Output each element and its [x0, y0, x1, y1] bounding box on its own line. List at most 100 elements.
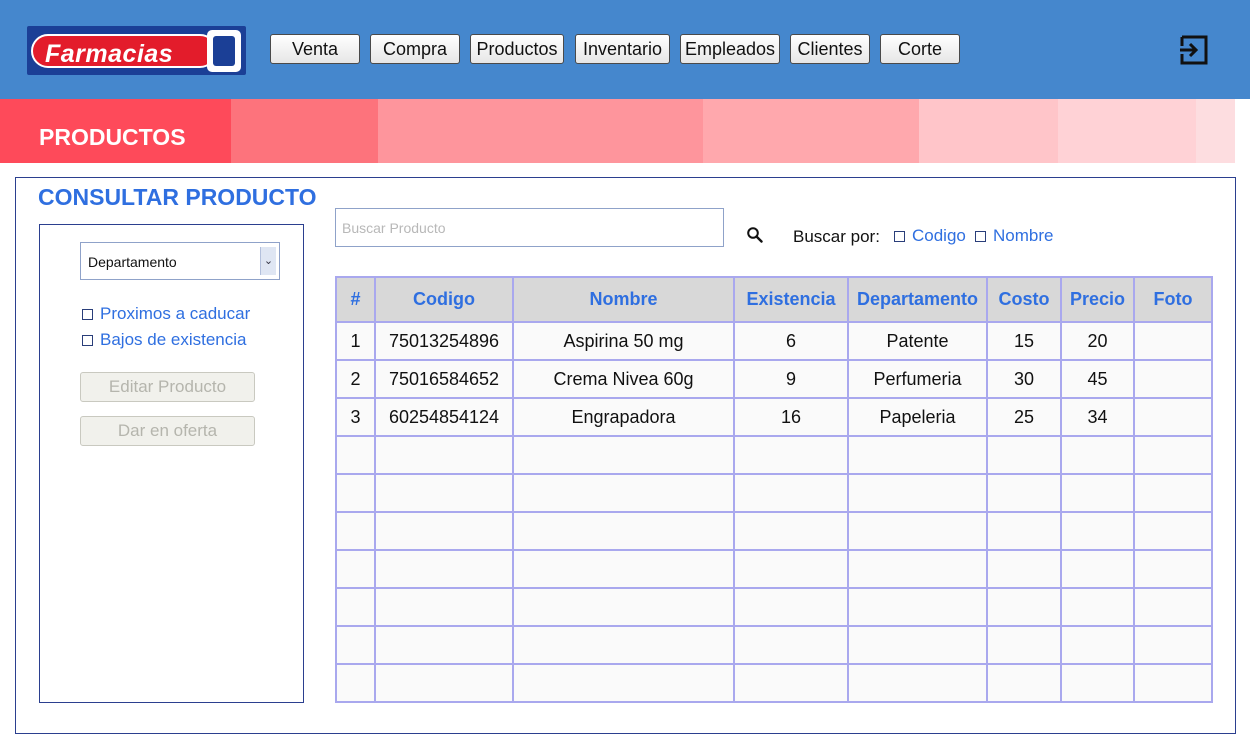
checkbox-label: Proximos a caducar [100, 304, 251, 323]
table-row[interactable]: 2 75016584652 Crema Nivea 60g 9 Perfumer… [335, 359, 1213, 399]
band-segment [1196, 99, 1235, 163]
table-cell [1133, 359, 1213, 399]
nav-clientes-button[interactable]: Clientes [790, 34, 870, 64]
table-row[interactable] [335, 587, 1213, 627]
table-cell [335, 549, 376, 589]
table-row[interactable]: 1 75013254896 Aspirina 50 mg 6 Patente 1… [335, 321, 1213, 361]
table-cell [374, 549, 514, 589]
table-cell [1060, 511, 1135, 551]
nav-compra-button[interactable]: Compra [370, 34, 460, 64]
table-cell [986, 511, 1062, 551]
table-row[interactable] [335, 473, 1213, 513]
table-cell [1060, 473, 1135, 513]
table-cell: 16 [733, 397, 849, 437]
logo-text: Farmacias [45, 40, 174, 68]
edit-product-button[interactable]: Editar Producto [80, 372, 255, 402]
department-select-value: Departamento [88, 254, 177, 270]
table-row[interactable]: 3 60254854124 Engrapadora 16 Papeleria 2… [335, 397, 1213, 437]
checkbox-box[interactable] [82, 308, 93, 320]
table-cell [847, 511, 988, 551]
logo-pill: Farmacias [31, 34, 217, 68]
checkbox-box[interactable] [82, 334, 93, 346]
table-cell: 1 [335, 321, 376, 361]
column-header[interactable]: Foto [1133, 276, 1213, 323]
nav-venta-button[interactable]: Venta [270, 34, 360, 64]
search-by-nombre[interactable]: Nombre [975, 226, 1053, 246]
column-header[interactable]: # [335, 276, 376, 323]
offer-button[interactable]: Dar en oferta [80, 416, 255, 446]
table-cell [847, 625, 988, 665]
logout-icon[interactable] [1178, 34, 1210, 66]
department-select[interactable]: Departamento ⌄ [80, 242, 280, 280]
table-cell [1133, 549, 1213, 589]
table-cell [1133, 587, 1213, 627]
table-cell [1060, 663, 1135, 703]
table-cell [1060, 587, 1135, 627]
table-cell [512, 435, 735, 475]
logo-mark [207, 30, 241, 72]
column-header[interactable]: Existencia [733, 276, 849, 323]
table-cell: Papeleria [847, 397, 988, 437]
search-input[interactable] [335, 208, 724, 247]
table-cell [986, 549, 1062, 589]
band-segment [378, 99, 703, 163]
table-row[interactable] [335, 625, 1213, 665]
table-cell [986, 625, 1062, 665]
table-cell [512, 473, 735, 513]
table-cell [1060, 549, 1135, 589]
column-header[interactable]: Costo [986, 276, 1062, 323]
nav-inventario-button[interactable]: Inventario [575, 34, 670, 64]
search-by-codigo[interactable]: Codigo [894, 226, 966, 246]
table-cell: Engrapadora [512, 397, 735, 437]
nav-empleados-button[interactable]: Empleados [680, 34, 780, 64]
band-segment [919, 99, 1058, 163]
band-segment [1058, 99, 1196, 163]
search-icon[interactable] [746, 226, 764, 244]
checkbox-box[interactable] [975, 230, 986, 242]
table-cell [733, 549, 849, 589]
table-cell [512, 587, 735, 627]
table-row[interactable] [335, 435, 1213, 475]
table-cell [335, 511, 376, 551]
table-cell [374, 435, 514, 475]
filter-panel [39, 224, 304, 703]
table-cell: Perfumeria [847, 359, 988, 399]
table-cell: Patente [847, 321, 988, 361]
column-header[interactable]: Precio [1060, 276, 1135, 323]
table-cell: 15 [986, 321, 1062, 361]
table-cell: 25 [986, 397, 1062, 437]
column-header[interactable]: Nombre [512, 276, 735, 323]
table-row[interactable] [335, 511, 1213, 551]
table-cell: 2 [335, 359, 376, 399]
checkbox-label: Codigo [912, 226, 966, 245]
table-cell [1133, 397, 1213, 437]
table-cell [986, 663, 1062, 703]
checkbox-label: Nombre [993, 226, 1054, 245]
table-cell: 45 [1060, 359, 1135, 399]
table-cell: Crema Nivea 60g [512, 359, 735, 399]
nav-corte-button[interactable]: Corte [880, 34, 960, 64]
table-cell [986, 473, 1062, 513]
table-cell: 9 [733, 359, 849, 399]
checkbox-bajos-de-existencia[interactable]: Bajos de existencia [82, 330, 246, 350]
column-header[interactable]: Departamento [847, 276, 988, 323]
column-header[interactable]: Codigo [374, 276, 514, 323]
table-cell: Aspirina 50 mg [512, 321, 735, 361]
farmacias-logo: Farmacias [27, 26, 246, 75]
table-row[interactable] [335, 663, 1213, 703]
nav-productos-button[interactable]: Productos [470, 34, 564, 64]
table-cell [1133, 473, 1213, 513]
checkbox-box[interactable] [894, 230, 905, 242]
table-cell [986, 435, 1062, 475]
table-cell: 75013254896 [374, 321, 514, 361]
table-cell [733, 663, 849, 703]
table-cell [374, 663, 514, 703]
table-cell [335, 435, 376, 475]
table-row[interactable] [335, 549, 1213, 589]
table-cell [733, 473, 849, 513]
checkbox-proximos-a-caducar[interactable]: Proximos a caducar [82, 304, 250, 324]
table-cell [335, 587, 376, 627]
table-header-row: # Codigo Nombre Existencia Departamento … [335, 276, 1213, 323]
table-cell [1060, 625, 1135, 665]
checkbox-label: Bajos de existencia [100, 330, 247, 349]
